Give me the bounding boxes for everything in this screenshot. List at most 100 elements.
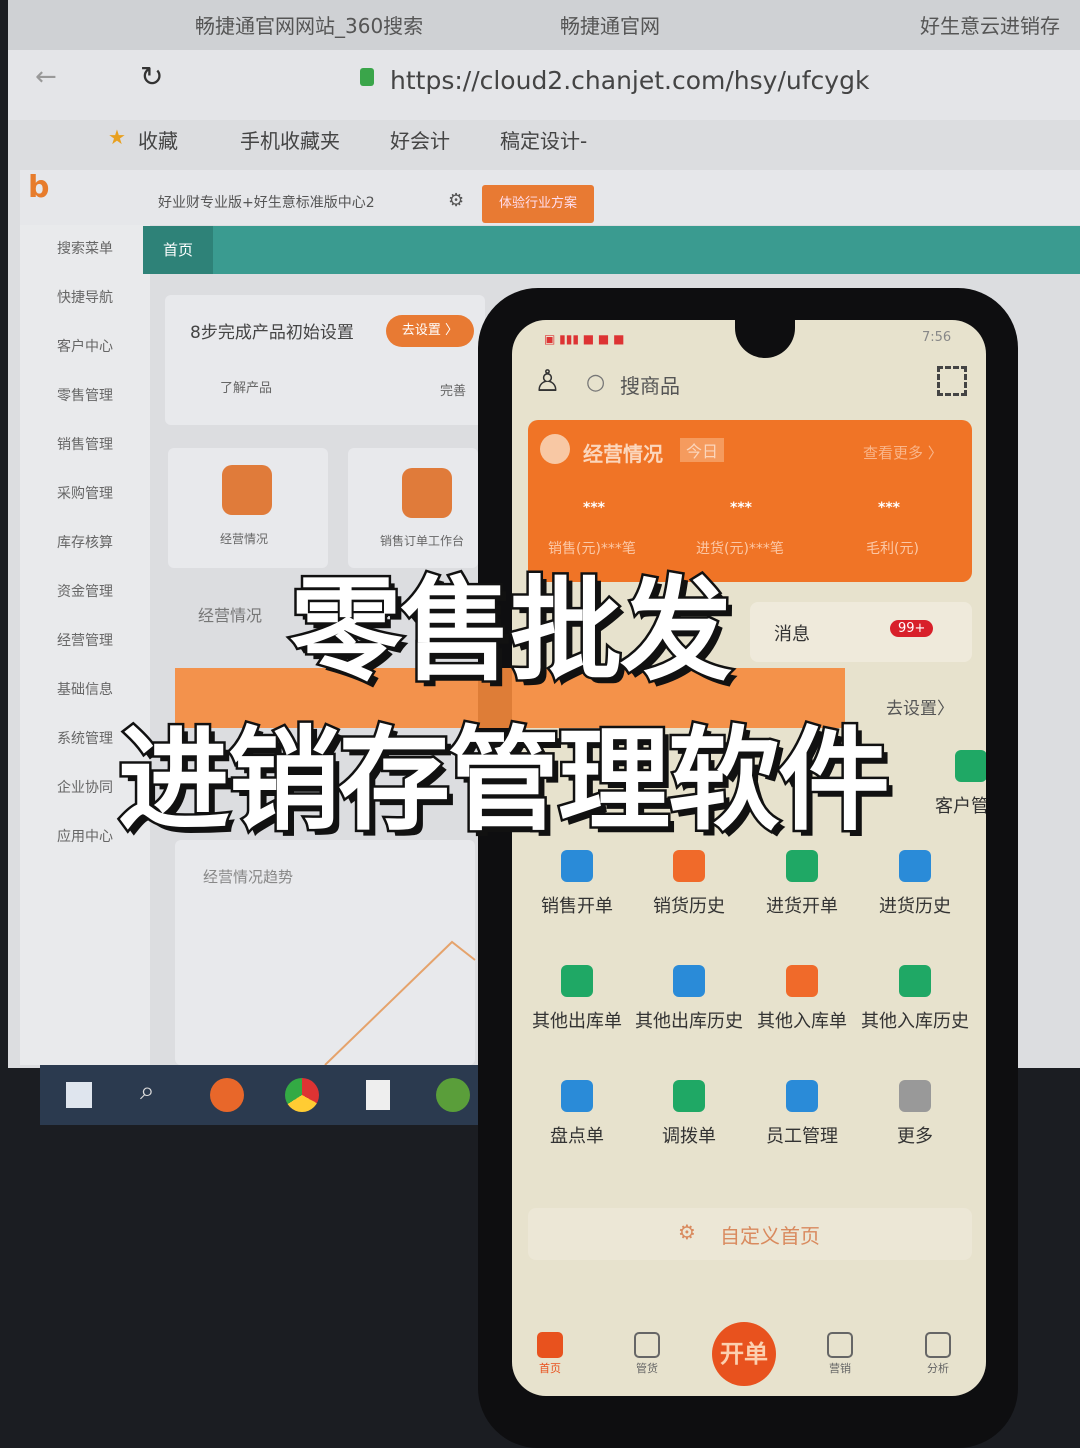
feature-2[interactable]: 销货历史 xyxy=(633,850,745,918)
sidebar-item[interactable]: 零售管理 xyxy=(30,385,140,405)
bookmark[interactable]: 手机收藏夹 xyxy=(240,125,340,154)
sidebar-item[interactable]: 销售管理 xyxy=(30,434,140,454)
messages-row[interactable]: 消息 99+ xyxy=(750,602,972,662)
sidebar-item[interactable]: 客户中心 xyxy=(30,336,140,356)
nav-icon xyxy=(634,1332,660,1358)
dashboard-icon xyxy=(222,465,272,515)
feature-6[interactable]: 其他出库历史 xyxy=(633,965,745,1033)
browser-tab[interactable]: 好生意云进销存 xyxy=(920,10,1060,39)
trend-title: 经营情况趋势 xyxy=(203,868,294,886)
customize-label: 自定义首页 xyxy=(720,1224,820,1248)
nav-1[interactable]: 管货 xyxy=(617,1332,677,1376)
scan-icon[interactable] xyxy=(937,366,967,396)
product-selector[interactable]: 好业财专业版+好生意标准版中心2 xyxy=(158,192,375,212)
bookmark[interactable]: 稿定设计- xyxy=(500,125,587,154)
feature-label: 客户管理 xyxy=(935,796,986,817)
gear-icon: ⚙ xyxy=(678,1220,696,1244)
feature-label: 员工管理 xyxy=(766,1126,838,1147)
feature-label: 更多 xyxy=(897,1126,933,1147)
goto-setup-link[interactable]: 去设置〉 xyxy=(886,694,954,719)
feature-icon xyxy=(561,965,593,997)
nav-icon xyxy=(827,1332,853,1358)
feature-label: 其他出库历史 xyxy=(635,1011,743,1032)
browser-tab[interactable]: 畅捷通官网 xyxy=(560,10,660,39)
windows-start-icon[interactable] xyxy=(66,1082,92,1108)
feature-label: 其他入库历史 xyxy=(861,1011,969,1032)
feature-4[interactable]: 进货历史 xyxy=(859,850,971,918)
customize-home-button[interactable]: ⚙ 自定义首页 xyxy=(528,1208,972,1260)
feature-label: 其他入库单 xyxy=(757,1011,847,1032)
file-icon[interactable] xyxy=(366,1080,390,1110)
feature-label: 盘点单 xyxy=(550,1126,604,1147)
profit-label: 毛利(元) xyxy=(866,541,919,557)
feature-icon xyxy=(561,1080,593,1112)
feature-1[interactable]: 销售开单 xyxy=(521,850,633,918)
sidebar-item[interactable]: 经营管理 xyxy=(30,630,140,650)
bookmark[interactable]: 好会计 xyxy=(390,125,450,154)
feature-icon xyxy=(899,850,931,882)
nav-label: 管货 xyxy=(636,1362,658,1375)
feature-icon xyxy=(786,1080,818,1112)
sidebar-item[interactable]: 搜索菜单 xyxy=(30,238,140,258)
search-icon[interactable]: ⌕ xyxy=(140,1076,155,1107)
step-1: 了解产品 xyxy=(220,381,273,396)
user-icon[interactable]: ♙ xyxy=(534,364,561,399)
sales-value: *** xyxy=(583,500,605,516)
tab-strip xyxy=(143,226,1080,274)
nav-4[interactable]: 分析 xyxy=(908,1332,968,1376)
setup-title: 8步完成产品初始设置 xyxy=(190,323,354,343)
shortcut-label: 经营情况 xyxy=(220,532,269,546)
nav-0[interactable]: 首页 xyxy=(520,1332,580,1376)
feature-0[interactable]: 客户管理 xyxy=(915,750,986,818)
nav-3[interactable]: 营销 xyxy=(810,1332,870,1376)
browser-tab[interactable]: 畅捷通官网网站_360搜索 xyxy=(195,10,423,39)
sidebar-item[interactable]: 采购管理 xyxy=(30,483,140,503)
reload-icon[interactable]: ↻ xyxy=(140,60,163,93)
taskbar xyxy=(40,1065,480,1125)
tab-home[interactable]: 首页 xyxy=(143,226,213,274)
feature-3[interactable]: 进货开单 xyxy=(746,850,858,918)
feature-icon xyxy=(786,850,818,882)
feature-icon xyxy=(955,750,986,782)
setup-button[interactable]: 去设置 〉 xyxy=(386,315,474,347)
feature-11[interactable]: 员工管理 xyxy=(746,1080,858,1148)
feature-icon xyxy=(899,965,931,997)
firefox-icon[interactable] xyxy=(210,1078,244,1112)
feature-icon xyxy=(786,965,818,997)
feature-icon xyxy=(899,1080,931,1112)
view-more-link[interactable]: 查看更多 〉 xyxy=(863,442,943,463)
message-badge: 99+ xyxy=(890,620,934,637)
nav-label: 分析 xyxy=(927,1362,949,1375)
purchase-value: *** xyxy=(730,500,752,516)
feature-8[interactable]: 其他入库历史 xyxy=(859,965,971,1033)
trend-line xyxy=(324,940,476,1065)
feature-7[interactable]: 其他入库单 xyxy=(746,965,858,1033)
app-icon[interactable] xyxy=(436,1078,470,1112)
step-2: 完善 xyxy=(440,384,467,399)
period-select[interactable]: 今日 xyxy=(680,438,725,462)
nav-icon xyxy=(925,1332,951,1358)
back-icon[interactable]: ← xyxy=(35,62,57,92)
sidebar-item[interactable]: 库存核算 xyxy=(30,532,140,552)
feature-12[interactable]: 更多 xyxy=(859,1080,971,1148)
feature-9[interactable]: 盘点单 xyxy=(521,1080,633,1148)
feature-5[interactable]: 其他出库单 xyxy=(521,965,633,1033)
bookmark[interactable]: 收藏 xyxy=(138,125,178,154)
sidebar-item[interactable]: 快捷导航 xyxy=(30,287,140,307)
nav-icon xyxy=(537,1332,563,1358)
search-icon: ○ xyxy=(586,370,606,395)
chrome-icon[interactable] xyxy=(285,1078,319,1112)
phone-screen: ▣ ▮▮▮ ■ ■ ■ 7:56 ♙ ○ 搜商品 经营情况 今日 查看更多 〉 … xyxy=(512,320,986,1396)
overlay-title-2: 进销存管理软件 xyxy=(116,714,893,849)
feature-icon xyxy=(673,850,705,882)
trial-button[interactable]: 体验行业方案 xyxy=(482,185,594,223)
sidebar-item[interactable]: 资金管理 xyxy=(30,581,140,601)
url-bar[interactable]: https://cloud2.chanjet.com/hsy/ufcygk xyxy=(390,66,869,95)
feature-10[interactable]: 调拨单 xyxy=(633,1080,745,1148)
feature-label: 销货历史 xyxy=(653,896,725,917)
search-input[interactable]: 搜商品 xyxy=(620,370,680,399)
lock-icon xyxy=(360,68,374,86)
gear-icon[interactable]: ⚙ xyxy=(448,190,464,211)
feature-label: 销售开单 xyxy=(541,896,613,917)
nav-2[interactable]: 开单 xyxy=(712,1322,776,1386)
